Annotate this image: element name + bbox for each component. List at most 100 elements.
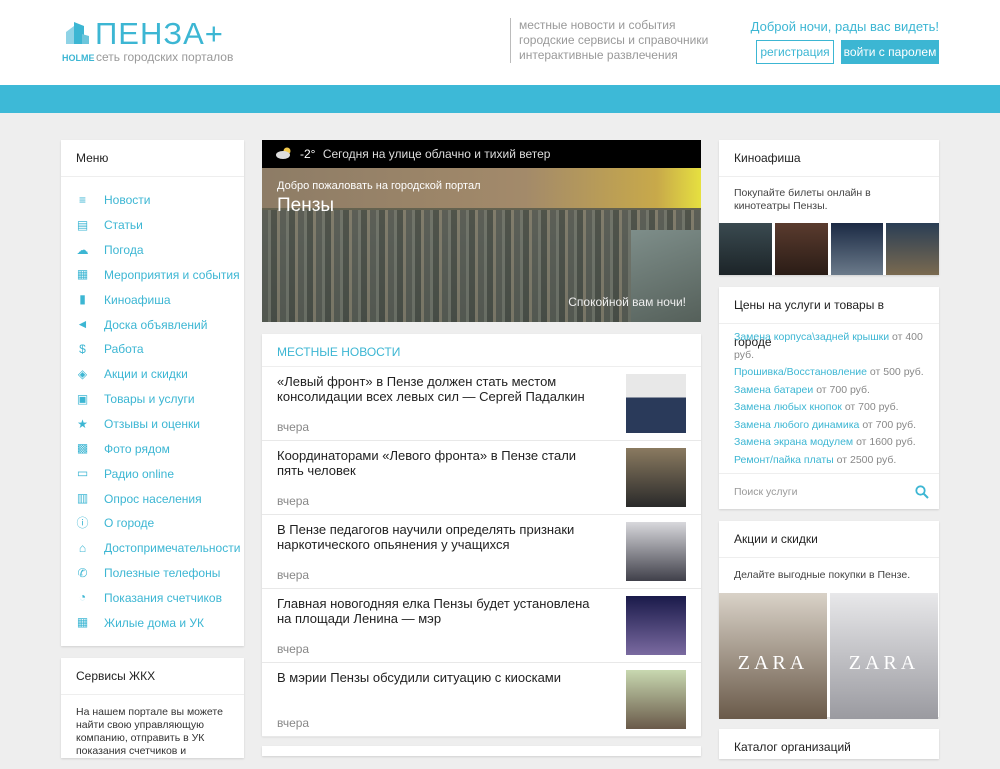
- menu-item-label: Мероприятия и события: [104, 267, 240, 282]
- search-input[interactable]: Поиск услуги: [734, 486, 797, 498]
- service-price: от 700 руб.: [862, 418, 917, 431]
- service-link[interactable]: Ремонт/пайка платы: [734, 454, 834, 466]
- prices-title: Цены на услуги и товары в городе: [719, 287, 939, 349]
- menu-item[interactable]: ▩ Фото рядом: [61, 436, 244, 461]
- site-header: ПЕНЗА+ HOLME сеть городских порталов мес…: [0, 0, 1000, 85]
- register-button[interactable]: регистрация: [756, 40, 834, 64]
- service-link[interactable]: Прошивка/Восстановление: [734, 366, 867, 378]
- news-headline[interactable]: Главная новогодняя елка Пензы будет уста…: [277, 596, 597, 626]
- kino-text: Покупайте билеты онлайн в кинотеатры Пен…: [734, 187, 871, 212]
- menu-item[interactable]: ▮ Киноафиша: [61, 287, 244, 312]
- menu-item-label: Жилые дома и УК: [104, 615, 205, 630]
- news-headline[interactable]: В Пензе педагогов научили определять при…: [277, 522, 597, 552]
- menu-item[interactable]: ≡ Новости: [61, 188, 244, 213]
- news-photo[interactable]: [626, 522, 686, 581]
- news-photo[interactable]: [626, 596, 686, 655]
- menu-item[interactable]: ▣ Товары и услуги: [61, 387, 244, 412]
- news-date: вчера: [277, 716, 310, 730]
- sales-card: Акции и скидки Делайте выгодные покупки …: [719, 521, 939, 719]
- news-headline[interactable]: В мэрии Пензы обсудили ситуацию с киоска…: [277, 670, 597, 685]
- menu-item[interactable]: ▤ Статьи: [61, 213, 244, 238]
- menu-item-label: Киноафиша: [104, 292, 171, 307]
- zhkh-title: Сервисы ЖКХ: [61, 658, 244, 695]
- hero-banner: -2° Сегодня на улице облачно и тихий вет…: [262, 140, 701, 322]
- service-link[interactable]: Замена батареи: [734, 384, 813, 396]
- news-item[interactable]: «Левый фронт» в Пензе должен стать место…: [262, 367, 701, 441]
- sale-image[interactable]: ZARA: [830, 593, 938, 719]
- photo-icon: ▩: [76, 441, 89, 456]
- news-item[interactable]: В мэрии Пензы обсудили ситуацию с киоска…: [262, 663, 701, 737]
- price-item: Прошивка/Восстановление от 500 руб.: [719, 364, 939, 382]
- list-icon: ≡: [78, 192, 86, 207]
- menu-item[interactable]: $ Работа: [61, 337, 244, 362]
- next-card: [262, 746, 701, 756]
- menu-item[interactable]: ☁ Погода: [61, 238, 244, 263]
- catalog-title[interactable]: Каталог организаций: [719, 729, 939, 766]
- menu-item[interactable]: ✆ Полезные телефоны: [61, 561, 244, 586]
- price-item: Ремонт/пайка платы от 2500 руб.: [719, 452, 939, 470]
- search-icon[interactable]: [915, 485, 929, 499]
- menu-item[interactable]: ▦ Мероприятия и события: [61, 263, 244, 288]
- kino-title[interactable]: Киноафиша: [719, 140, 939, 177]
- price-item: Замена экрана модулем от 1600 руб.: [719, 434, 939, 452]
- movie-poster[interactable]: [719, 223, 772, 275]
- news-photo[interactable]: [626, 670, 686, 729]
- menu-item-label: Работа: [104, 342, 144, 357]
- price-item: Замена батареи от 700 руб.: [719, 382, 939, 400]
- meter-icon: ◔: [78, 590, 87, 605]
- menu-item[interactable]: ⓘ О городе: [61, 511, 244, 536]
- weather-bar[interactable]: -2° Сегодня на улице облачно и тихий вет…: [262, 140, 701, 168]
- catalog-card: Каталог организаций: [719, 729, 939, 766]
- news-item[interactable]: Главная новогодняя елка Пензы будет уста…: [262, 589, 701, 663]
- service-link[interactable]: Замена любых кнопок: [734, 401, 842, 413]
- hero-city: Пензы: [277, 195, 335, 216]
- news-photo[interactable]: [626, 374, 686, 433]
- logo[interactable]: ПЕНЗА+: [95, 16, 224, 52]
- menu-item[interactable]: ◄ Доска объявлений: [61, 312, 244, 337]
- menu-item-label: Опрос населения: [104, 491, 202, 506]
- star-icon: ★: [77, 416, 88, 431]
- movie-poster[interactable]: [886, 223, 939, 275]
- menu-card: Меню ≡ Новости ▤ Статьи ☁ Погода ▦ Мероприятия …: [61, 140, 244, 646]
- movie-poster[interactable]: [774, 223, 828, 275]
- menu-item[interactable]: ★ Отзывы и оценки: [61, 412, 244, 437]
- sale-image[interactable]: ZARA: [719, 593, 827, 719]
- news-title[interactable]: МЕСТНЫЕ НОВОСТИ: [262, 334, 701, 367]
- calendar-icon: ▦: [76, 267, 89, 282]
- nav-band: [0, 85, 1000, 113]
- movie-poster[interactable]: [830, 223, 884, 275]
- service-search[interactable]: Поиск услуги: [719, 473, 939, 509]
- news-date: вчера: [277, 494, 310, 508]
- login-button[interactable]: войти с паролем: [841, 40, 939, 64]
- menu-item-label: Фото рядом: [104, 441, 170, 456]
- menu-item[interactable]: ⌂ Достопримечательности: [61, 536, 244, 561]
- news-headline[interactable]: Координаторами «Левого фронта» в Пензе с…: [277, 448, 597, 478]
- tagline-line: городские сервисы и справочники: [519, 33, 709, 47]
- menu-title: Меню: [61, 140, 244, 177]
- tagline-line: местные новости и события: [519, 18, 676, 32]
- menu-item[interactable]: ◈ Акции и скидки: [61, 362, 244, 387]
- news-headline[interactable]: «Левый фронт» в Пензе должен стать место…: [277, 374, 597, 404]
- service-price: от 500 руб.: [869, 366, 924, 378]
- service-link[interactable]: Замена корпуса\задней крышки: [734, 331, 889, 343]
- sales-text: Делайте выгодные покупки в Пензе.: [734, 569, 911, 581]
- service-price: от 2500 руб.: [836, 453, 897, 466]
- news-item[interactable]: В Пензе педагогов научили определять при…: [262, 515, 701, 589]
- menu-item-label: Товары и услуги: [104, 392, 195, 407]
- tag-icon: ◈: [77, 366, 88, 381]
- menu-item[interactable]: ▥ Опрос населения: [61, 486, 244, 511]
- news-date: вчера: [277, 642, 310, 656]
- menu-item-label: Показания счетчиков: [104, 590, 222, 605]
- news-photo[interactable]: [626, 448, 686, 507]
- menu-item[interactable]: ▦ Жилые дома и УК: [61, 610, 244, 635]
- menu-item[interactable]: ◔ Показания счетчиков: [61, 586, 244, 611]
- menu-item[interactable]: ▭ Радио online: [61, 461, 244, 486]
- sales-title[interactable]: Акции и скидки: [719, 521, 939, 558]
- menu-item-label: Достопримечательности: [104, 541, 241, 556]
- service-link[interactable]: Замена любого динамика: [734, 419, 859, 431]
- news-item[interactable]: Координаторами «Левого фронта» в Пензе с…: [262, 441, 701, 515]
- service-link[interactable]: Замена экрана модулем: [734, 436, 853, 448]
- logo-subtitle: сеть городских порталов: [96, 50, 234, 64]
- chart-icon: ▥: [76, 491, 89, 506]
- logo-tag: HOLME: [62, 53, 95, 63]
